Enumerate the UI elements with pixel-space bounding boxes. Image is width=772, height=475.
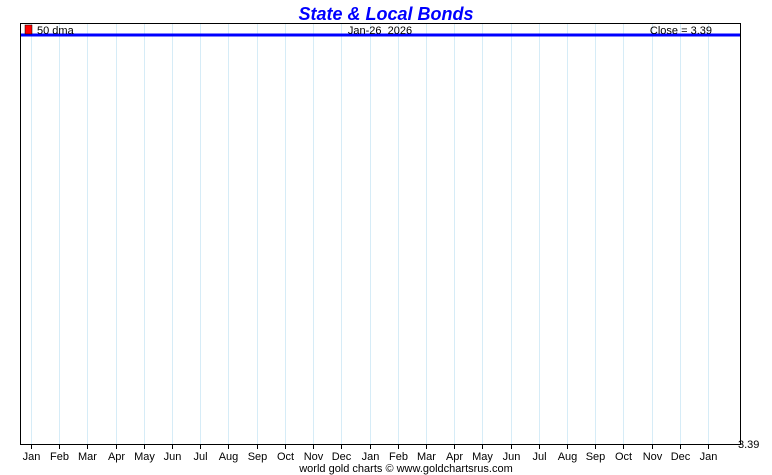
chart: State & Local Bonds 50 dma Jan-26 2026 C… [20,4,759,475]
x-tick-label: Dec [671,451,691,463]
x-tick-label: Jan [362,451,380,463]
x-tick-label: Oct [277,451,294,463]
close-label: Close = 3.39 [650,25,712,37]
x-tick-label: Jun [164,451,182,463]
x-tick-label: Aug [558,451,578,463]
x-tick-label: Apr [108,451,125,463]
y-tick-label: 3.39 [738,439,759,451]
x-tick-label: Dec [332,451,352,463]
x-tick-label: Mar [78,451,97,463]
x-tick-label: Feb [389,451,408,463]
x-tick-label: Jan [23,451,41,463]
plot-frame [20,23,741,445]
x-tick-label: Sep [248,451,268,463]
x-tick-label: Mar [417,451,436,463]
grid [31,24,709,444]
chart-title: State & Local Bonds [298,4,473,24]
y-axis: 3.39 [736,439,759,451]
legend-swatch [24,24,33,35]
x-axis: Jan Feb Mar Apr May Jun Jul Aug Sep Oct Nov Dec Jan F… [23,444,718,463]
x-tick-label: Jun [503,451,521,463]
x-tick-label: Jan [700,451,718,463]
x-tick-label: Jul [532,451,546,463]
x-tick-label: Aug [219,451,239,463]
date-label: Jan-26 2026 [348,25,412,37]
x-tick-label: Jul [193,451,207,463]
x-tick-label: Apr [446,451,463,463]
x-tick-label: May [134,451,155,463]
footer-credit: world gold charts © www.goldchartsrus.co… [298,463,513,475]
legend-label: 50 dma [37,25,75,37]
x-tick-label: Oct [615,451,632,463]
x-tick-label: Nov [643,451,663,463]
x-tick-label: Sep [586,451,606,463]
x-tick-label: Nov [304,451,324,463]
x-tick-label: May [472,451,493,463]
x-tick-label: Feb [50,451,69,463]
